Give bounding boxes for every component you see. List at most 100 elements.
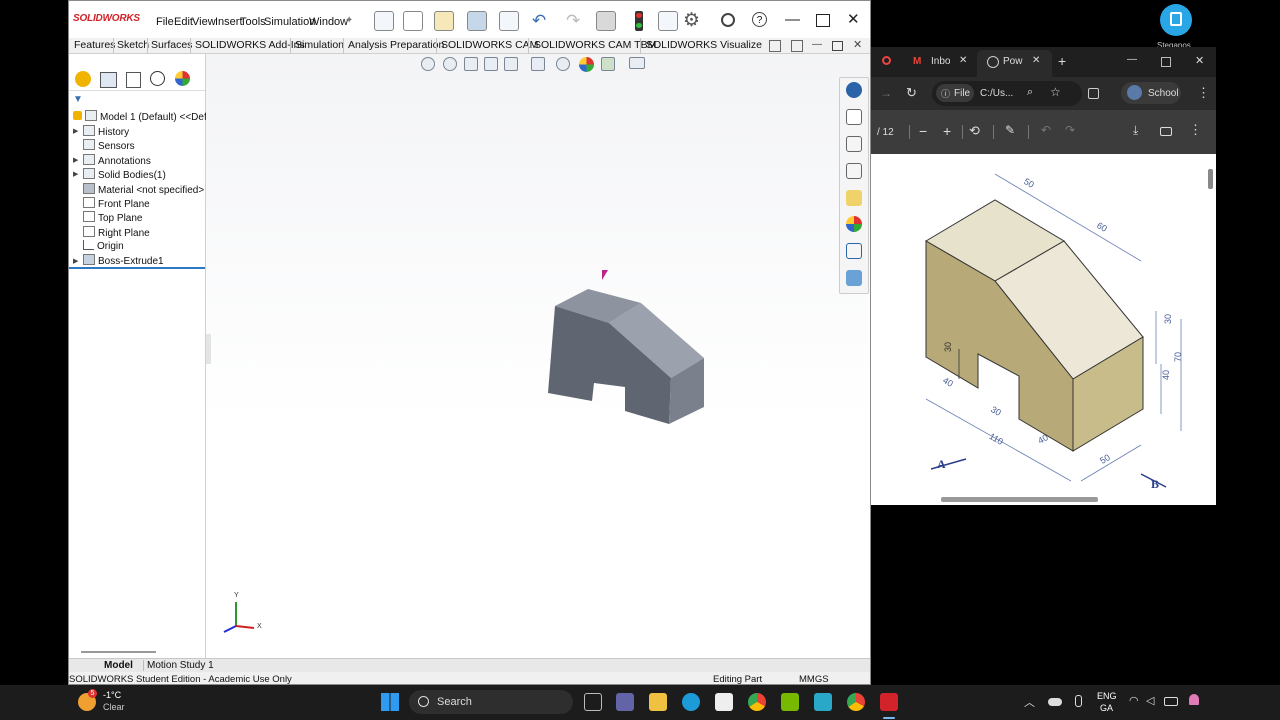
file-properties-icon[interactable] [658, 11, 678, 31]
bookmark-star-icon[interactable]: ☆ [1050, 85, 1061, 99]
tree-item-origin[interactable]: Origin [83, 240, 124, 254]
undo-icon[interactable]: ↶ [532, 11, 546, 31]
tab-motion-study[interactable]: Motion Study 1 [143, 660, 214, 671]
tab-addins[interactable]: SOLIDWORKS Add-Ins [195, 39, 305, 51]
appearance-icon[interactable] [579, 57, 594, 72]
tree-item-material[interactable]: Material <not specified> [83, 183, 204, 197]
maximize-button[interactable] [816, 14, 830, 27]
custom-properties-icon[interactable] [846, 243, 862, 259]
tab-close-icon[interactable]: ✕ [959, 55, 967, 66]
open-icon[interactable] [434, 11, 454, 31]
close-button[interactable]: ✕ [847, 10, 860, 28]
tab-cam[interactable]: SOLIDWORKS CAM [441, 39, 538, 51]
doc-close-icon[interactable]: ✕ [853, 38, 862, 51]
tab-features[interactable]: Features [74, 39, 115, 51]
nvidia-icon[interactable] [781, 693, 799, 711]
rotate-icon[interactable]: ⟲ [969, 123, 980, 139]
tree-item-right-plane[interactable]: Right Plane [83, 226, 150, 240]
save-icon[interactable] [467, 11, 487, 31]
lang-bottom[interactable]: GA [1100, 703, 1113, 713]
zoom-to-fit-icon[interactable] [421, 57, 435, 71]
menu-tools[interactable]: Tools [240, 16, 266, 28]
tab-surfaces[interactable]: Surfaces [151, 39, 192, 51]
pdf-more-icon[interactable]: ⋮ [1189, 122, 1202, 138]
tree-item-boss-extrude[interactable]: Boss-Extrude1 [83, 254, 164, 268]
tree-item-top-plane[interactable]: Top Plane [83, 211, 142, 225]
tree-scrollbar[interactable] [81, 651, 156, 653]
home-icon[interactable] [374, 11, 394, 31]
previous-view-icon[interactable] [464, 57, 478, 71]
menu-file[interactable]: File [156, 16, 174, 28]
microphone-icon[interactable] [1075, 695, 1082, 707]
expand-arrow-icon[interactable]: ▶ [73, 156, 78, 164]
solidworks-taskbar-icon[interactable] [880, 693, 898, 711]
appearances-icon[interactable] [846, 216, 862, 232]
chrome-icon[interactable] [847, 693, 865, 711]
help-icon[interactable]: ? [752, 12, 767, 27]
select-icon[interactable] [596, 11, 616, 31]
configuration-manager-icon[interactable] [126, 72, 141, 88]
minimize-button[interactable]: — [785, 11, 800, 28]
menu-view[interactable]: View [192, 16, 216, 28]
chrome-icon[interactable] [748, 693, 766, 711]
graphics-area[interactable]: Y X [206, 54, 870, 660]
tab-analysis-preparation[interactable]: Analysis Preparation [348, 39, 444, 51]
expand-arrow-icon[interactable]: ▶ [73, 127, 78, 135]
browser-close-button[interactable]: ✕ [1195, 54, 1204, 67]
pdf-page[interactable]: 50 60 30 70 40 110 40 30 40 50 30 A B [871, 154, 1216, 505]
status-units[interactable]: MMGS [799, 674, 829, 684]
print-icon[interactable] [1160, 127, 1172, 136]
zoom-out-icon[interactable]: − [919, 123, 927, 139]
print-icon[interactable] [499, 11, 519, 31]
menu-insert[interactable]: Insert [215, 16, 243, 28]
browser-tab-inbox[interactable]: Inbo [931, 56, 950, 67]
zoom-in-icon[interactable]: + [943, 123, 951, 139]
tile-icon[interactable] [769, 40, 781, 52]
pdf-undo-icon[interactable]: ↶ [1041, 123, 1051, 137]
task-view-icon[interactable] [584, 693, 602, 711]
tree-item-annotations[interactable]: Annotations [83, 154, 151, 168]
section-view-icon[interactable] [484, 57, 498, 71]
home-icon[interactable] [846, 109, 862, 125]
file-explorer-icon[interactable] [846, 163, 862, 179]
lang-top[interactable]: ENG [1097, 691, 1117, 701]
browser-maximize-button[interactable] [1161, 57, 1171, 67]
view-settings-icon[interactable] [629, 57, 645, 69]
dynamic-annotation-icon[interactable] [504, 57, 518, 71]
pdf-redo-icon[interactable]: ↷ [1065, 123, 1075, 137]
display-style-icon[interactable] [556, 57, 570, 71]
tab-cam-tbm[interactable]: SOLIDWORKS CAM TBM [534, 39, 656, 51]
extensions-icon[interactable] [1088, 88, 1099, 99]
volume-icon[interactable]: ◁ [1146, 694, 1154, 707]
notification-bell-icon[interactable] [1189, 694, 1199, 705]
filter-icon[interactable]: ▼ [73, 94, 83, 105]
battery-icon[interactable] [1164, 697, 1178, 706]
user-icon[interactable] [721, 13, 735, 27]
options-gear-icon[interactable]: ⚙ [683, 9, 700, 32]
doc-restore-icon[interactable] [832, 41, 843, 51]
edge-icon[interactable] [682, 693, 700, 711]
doc-minimize-icon[interactable]: — [812, 39, 822, 50]
file-explorer-icon[interactable] [649, 693, 667, 711]
search-box[interactable] [409, 690, 573, 714]
menu-edit[interactable]: Edit [174, 16, 193, 28]
zoom-to-area-icon[interactable] [443, 57, 457, 71]
part-model[interactable] [536, 279, 716, 439]
recording-icon[interactable] [882, 56, 891, 65]
view-orientation-icon[interactable] [531, 57, 545, 71]
wifi-icon[interactable]: ◠ [1129, 694, 1139, 707]
tree-item-solid-bodies[interactable]: Solid Bodies(1) [83, 168, 166, 182]
display-manager-icon[interactable] [175, 71, 190, 86]
tab-visualize[interactable]: SOLIDWORKS Visualize [646, 39, 762, 51]
teams-icon[interactable] [616, 693, 634, 711]
tab-model[interactable]: Model [104, 660, 133, 671]
browser-tab-pdf[interactable]: Pow [1003, 56, 1022, 67]
split-icon[interactable] [791, 40, 803, 52]
onedrive-icon[interactable] [1048, 698, 1062, 706]
tree-item-sensors[interactable]: Sensors [83, 139, 135, 153]
tab-close-icon[interactable]: ✕ [1032, 55, 1040, 66]
horizontal-scrollbar[interactable] [941, 497, 1098, 502]
tree-root[interactable]: Model 1 (Default) <<Defau [85, 110, 218, 124]
tab-simulation[interactable]: Simulation [295, 39, 344, 51]
draw-icon[interactable]: ✎ [1005, 123, 1015, 137]
